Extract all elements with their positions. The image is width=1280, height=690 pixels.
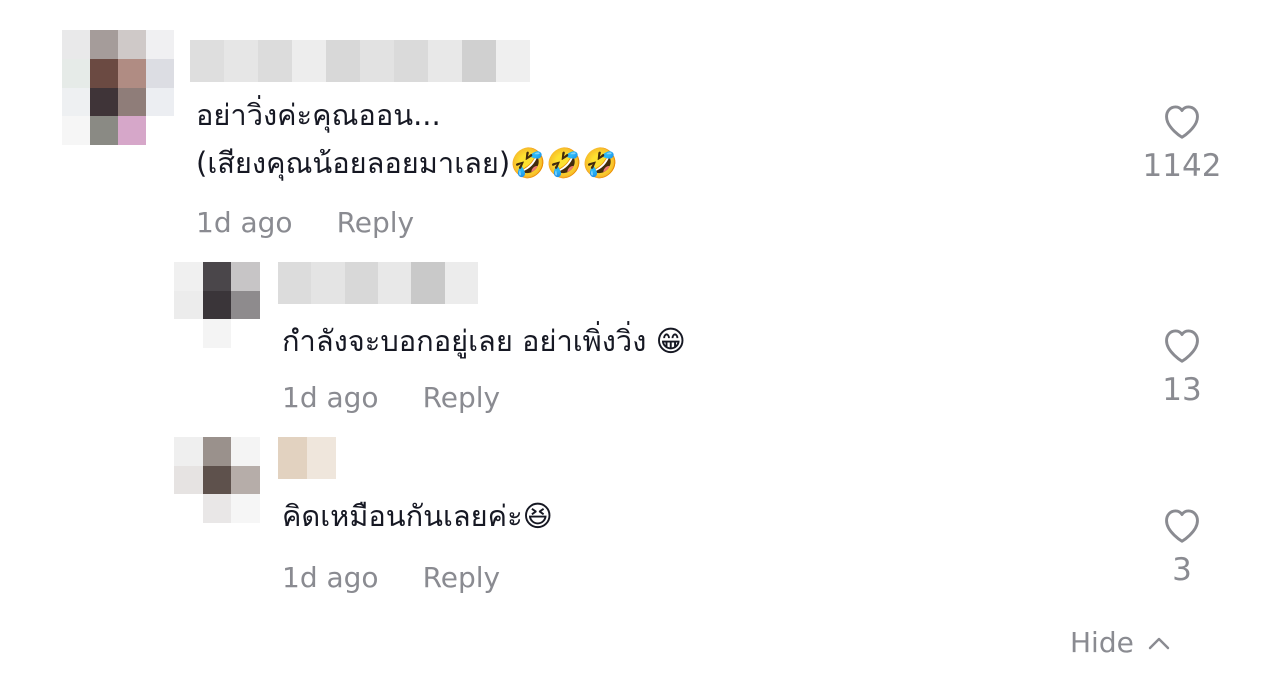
username-redacted[interactable] — [190, 40, 530, 82]
username-redacted[interactable] — [278, 437, 336, 479]
comment-meta: 1d ago Reply — [282, 561, 500, 594]
username-redacted[interactable] — [278, 262, 478, 304]
hide-replies-button[interactable]: Hide — [1070, 626, 1170, 659]
comment-thread: อย่าวิ่งค่ะคุณออน... (เสียงคุณน้อยลอยมาเ… — [0, 0, 1280, 690]
like-count: 1142 — [1142, 148, 1222, 184]
like-count: 3 — [1172, 552, 1192, 588]
heart-outline-icon — [1165, 509, 1199, 543]
timestamp: 1d ago — [282, 561, 379, 594]
avatar[interactable] — [174, 437, 260, 523]
reply-button[interactable]: Reply — [337, 206, 415, 239]
chevron-up-icon — [1148, 637, 1170, 649]
reply-button[interactable]: Reply — [423, 561, 501, 594]
comment-text: อย่าวิ่งค่ะคุณออน... — [196, 98, 441, 132]
like-count: 13 — [1162, 372, 1202, 408]
avatar[interactable] — [174, 262, 260, 348]
heart-outline-icon — [1165, 329, 1199, 363]
like-button[interactable]: 3 — [1142, 504, 1222, 588]
reply-button[interactable]: Reply — [423, 381, 501, 414]
comment-text: กำลังจะบอกอยู่เลย อย่าเพิ่งวิ่ง 😁 — [282, 324, 686, 358]
avatar[interactable] — [62, 30, 174, 145]
comment-meta: 1d ago Reply — [282, 381, 500, 414]
timestamp: 1d ago — [196, 206, 293, 239]
comment-text: คิดเหมือนกันเลยค่ะ😆 — [282, 499, 553, 533]
comment-text: (เสียงคุณน้อยลอยมาเลย)🤣🤣🤣 — [196, 146, 619, 180]
heart-outline-icon — [1165, 105, 1199, 139]
timestamp: 1d ago — [282, 381, 379, 414]
hide-label: Hide — [1070, 626, 1134, 659]
like-button[interactable]: 1142 — [1142, 100, 1222, 184]
like-button[interactable]: 13 — [1142, 324, 1222, 408]
comment-meta: 1d ago Reply — [196, 206, 414, 239]
